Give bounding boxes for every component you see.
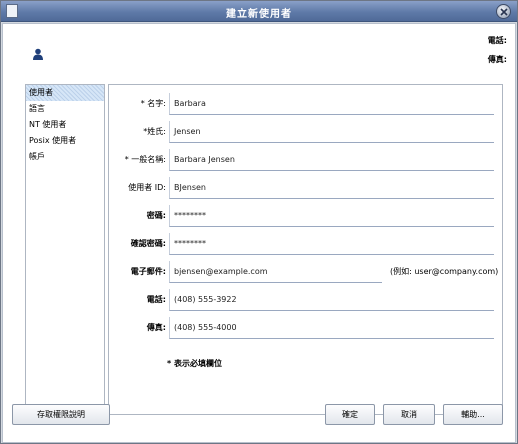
form-row-password: 密碼: ********: [109, 205, 504, 229]
dialog-window: 建立新使用者 電話: 傳真: 使用者 語言 NT 使用者 Posix 使用者 帳…: [0, 0, 518, 444]
sidebar-item-user[interactable]: 使用者: [26, 85, 104, 101]
help-button[interactable]: 輔助...: [443, 404, 503, 425]
header-area: 電話: 傳真:: [3, 24, 515, 80]
fax-field[interactable]: (408) 555-4000: [169, 317, 494, 339]
last-name-label: *姓氏:: [143, 127, 166, 136]
form-row-email: 電子郵件: bjensen@example.com (例如: user@comp…: [109, 261, 504, 285]
phone-field[interactable]: (408) 555-3922: [169, 289, 494, 311]
first-name-label: * 名字:: [140, 99, 166, 108]
header-phone-label: 電話:: [487, 36, 507, 45]
user-id-label: 使用者 ID:: [128, 183, 166, 192]
form-row-phone: 電話: (408) 555-3922: [109, 289, 504, 313]
email-label: 電子郵件:: [130, 267, 166, 276]
fax-label: 傳真:: [146, 323, 166, 332]
common-name-label: * 一般名稱:: [124, 155, 166, 164]
form-row-common-name: * 一般名稱: Barbara Jensen: [109, 149, 504, 173]
form-row-confirm-password: 確認密碼: ********: [109, 233, 504, 257]
password-label: 密碼:: [146, 211, 166, 220]
confirm-password-field[interactable]: ********: [169, 233, 494, 255]
email-example-hint: (例如: user@company.com): [390, 267, 499, 276]
last-name-field[interactable]: Jensen: [169, 121, 494, 143]
ok-button[interactable]: 確定: [325, 404, 375, 425]
required-fields-note: * 表示必填欄位: [167, 359, 222, 368]
user-form: * 名字: Barbara *姓氏: Jensen * 一般名稱: Barbar…: [108, 84, 503, 415]
sidebar-item-nt-user[interactable]: NT 使用者: [26, 117, 104, 133]
cancel-button[interactable]: 取消: [383, 404, 435, 425]
password-field[interactable]: ********: [169, 205, 494, 227]
title-bar[interactable]: 建立新使用者: [1, 1, 517, 22]
sidebar-item-account[interactable]: 帳戶: [26, 149, 104, 165]
form-row-user-id: 使用者 ID: BJensen: [109, 177, 504, 201]
confirm-password-label: 確認密碼:: [130, 239, 166, 248]
form-row-first-name: * 名字: Barbara: [109, 93, 504, 117]
email-field[interactable]: bjensen@example.com: [169, 261, 382, 283]
user-icon: [33, 48, 43, 60]
form-row-fax: 傳真: (408) 555-4000: [109, 317, 504, 341]
form-row-last-name: *姓氏: Jensen: [109, 121, 504, 145]
dialog-body: 電話: 傳真: 使用者 語言 NT 使用者 Posix 使用者 帳戶 * 名字:…: [2, 23, 516, 443]
user-id-field[interactable]: BJensen: [169, 177, 494, 199]
category-list: 使用者 語言 NT 使用者 Posix 使用者 帳戶: [25, 84, 105, 415]
header-fax-label: 傳真:: [487, 55, 507, 64]
sidebar-item-posix-user[interactable]: Posix 使用者: [26, 133, 104, 149]
first-name-field[interactable]: Barbara: [169, 93, 494, 115]
close-icon[interactable]: [496, 4, 511, 19]
common-name-field[interactable]: Barbara Jensen: [169, 149, 494, 171]
sidebar-item-language[interactable]: 語言: [26, 101, 104, 117]
phone-label: 電話:: [146, 295, 166, 304]
access-rights-help-button[interactable]: 存取權限說明: [12, 404, 110, 425]
window-title: 建立新使用者: [226, 9, 292, 20]
